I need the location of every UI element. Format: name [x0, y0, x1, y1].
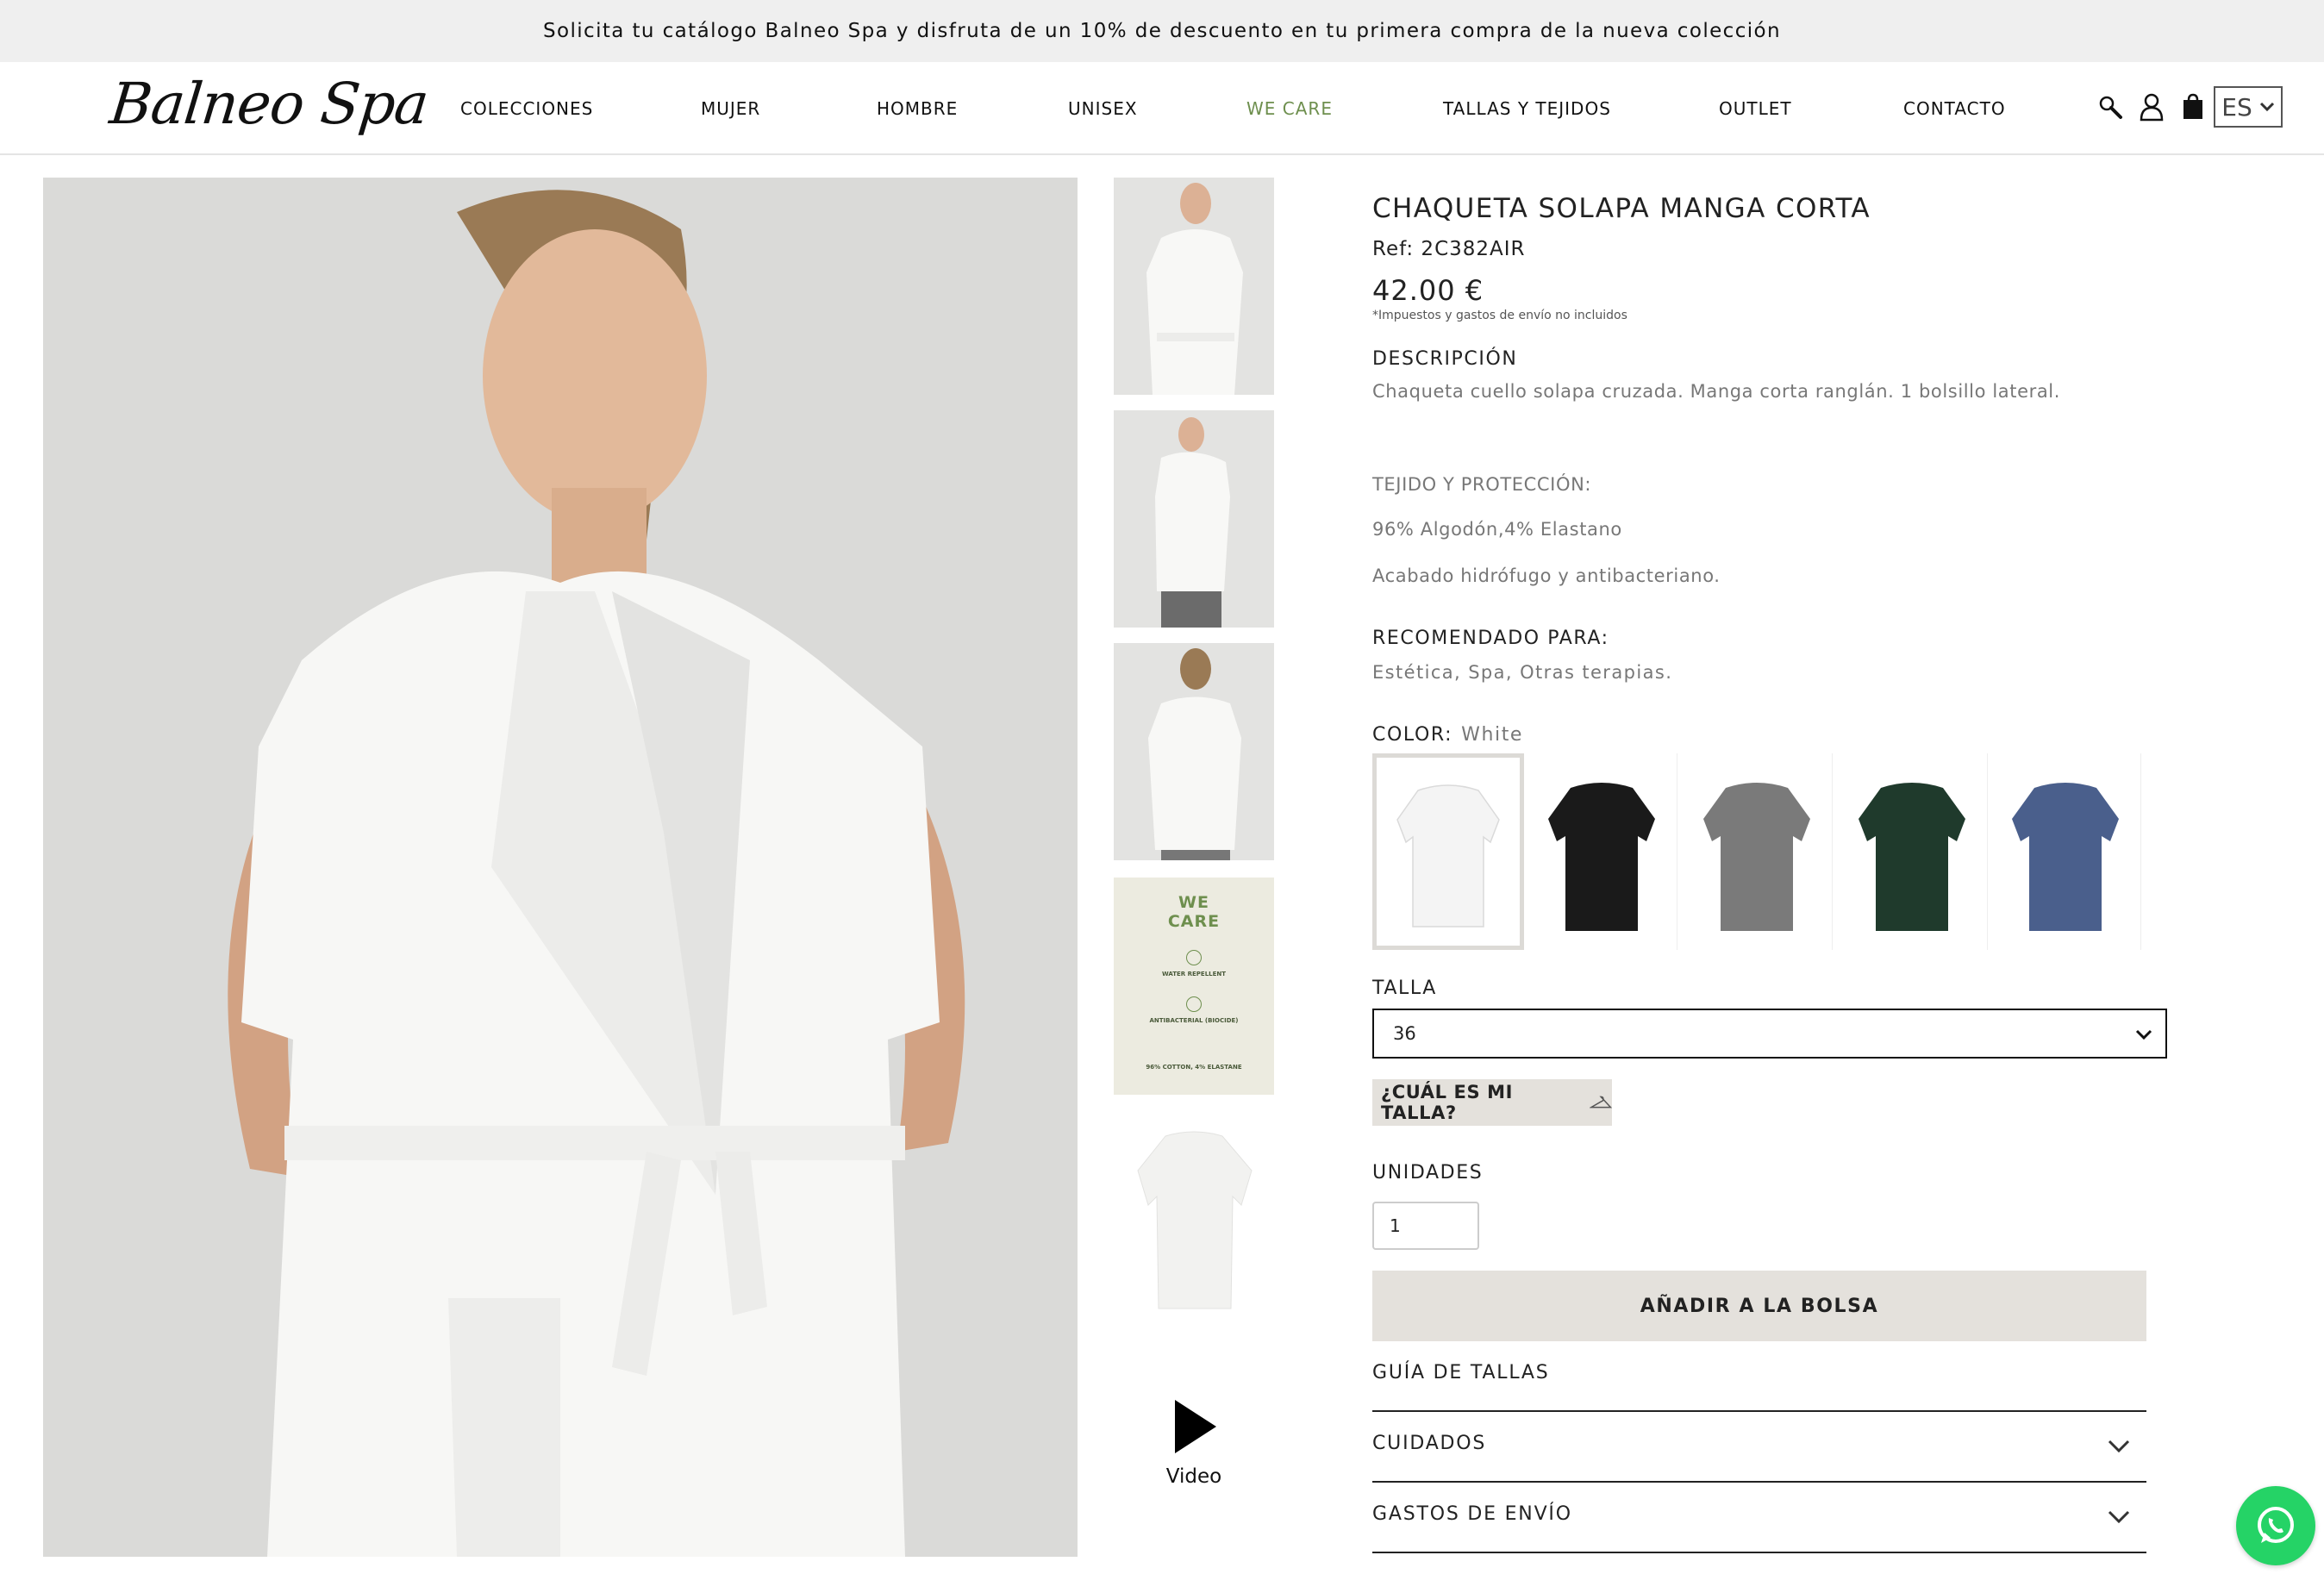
color-value: White — [1461, 724, 1524, 746]
announcement-text: Solicita tu catálogo Balneo Spa y disfru… — [543, 20, 1781, 42]
we-care-badge-antibacterial: ANTIBACTERIAL (BIOCIDE) — [1149, 1017, 1239, 1024]
chevron-down-icon — [2108, 1440, 2130, 1453]
color-swatch-black[interactable] — [1526, 753, 1677, 950]
product-ref: Ref: 2C382AIR — [1372, 238, 1526, 260]
size-heading: TALLA — [1372, 978, 1437, 999]
chevron-down-icon — [2259, 102, 2274, 112]
color-label: COLOR: White — [1372, 724, 1524, 746]
thumbnail-front[interactable] — [1114, 178, 1274, 395]
tax-note: *Impuestos y gastos de envío no incluido… — [1372, 309, 1627, 322]
description-heading: DESCRIPCIÓN — [1372, 348, 1518, 370]
chevron-down-icon — [2135, 1029, 2152, 1040]
we-care-composition: 96% COTTON, 4% ELASTANE — [1146, 1064, 1242, 1071]
nav-contacto[interactable]: CONTACTO — [1903, 98, 2006, 119]
whatsapp-icon — [2258, 1507, 2294, 1543]
nav-we-care[interactable]: WE CARE — [1246, 98, 1333, 119]
recommended-text: Estética, Spa, Otras terapias. — [1372, 662, 1673, 683]
thumbnail-we-care[interactable]: WE CARE WATER REPELLENT ANTIBACTERIAL (B… — [1114, 878, 1274, 1095]
nav-mujer[interactable]: MUJER — [701, 98, 760, 119]
nav-hombre[interactable]: HOMBRE — [877, 98, 958, 119]
accordion-care[interactable]: CUIDADOS — [1372, 1412, 2146, 1483]
hanger-icon — [1589, 1096, 1612, 1109]
recommended-heading: RECOMENDADO PARA: — [1372, 628, 1609, 649]
video-button[interactable]: Video — [1155, 1396, 1233, 1500]
color-swatch-grey[interactable] — [1681, 753, 1833, 950]
accordion-shipping-label: GASTOS DE ENVÍO — [1372, 1503, 1572, 1525]
video-label: Video — [1165, 1465, 1222, 1488]
color-swatch-blue[interactable] — [1990, 753, 2141, 950]
we-care-badge-water: WATER REPELLENT — [1161, 971, 1227, 978]
antibacterial-icon — [1186, 996, 1202, 1012]
size-help-button[interactable]: ¿CUÁL ES MI TALLA? — [1372, 1079, 1612, 1126]
whatsapp-button[interactable] — [2236, 1486, 2315, 1565]
thumbnail-back[interactable] — [1114, 643, 1274, 860]
chevron-down-icon — [2108, 1510, 2130, 1524]
user-icon[interactable] — [2134, 90, 2169, 124]
product-price: 42.00 € — [1372, 274, 1484, 307]
color-swatch-white[interactable] — [1372, 753, 1524, 950]
product-title: CHAQUETA SOLAPA MANGA CORTA — [1372, 193, 1871, 224]
nav-outlet[interactable]: OUTLET — [1719, 98, 1792, 119]
fabric-heading: TEJIDO Y PROTECCIÓN: — [1372, 474, 1592, 495]
accordion-size-guide[interactable]: GUÍA DE TALLAS — [1372, 1341, 2146, 1412]
units-heading: UNIDADES — [1372, 1162, 1484, 1184]
nav-tallas-y-tejidos[interactable]: TALLAS Y TEJIDOS — [1443, 98, 1611, 119]
color-swatch-green[interactable] — [1836, 753, 1988, 950]
play-icon — [1175, 1400, 1216, 1453]
size-help-label: ¿CUÁL ES MI TALLA? — [1381, 1082, 1514, 1123]
site-header: Balneo Spa COLECCIONES MUJER HOMBRE UNIS… — [0, 62, 2324, 155]
thumbnail-flat[interactable] — [1114, 1110, 1274, 1327]
water-repellent-icon — [1186, 950, 1202, 965]
fabric-composition: 96% Algodón,4% Elastano — [1372, 519, 1622, 540]
announcement-bar: Solicita tu catálogo Balneo Spa y disfru… — [0, 0, 2324, 62]
nav-unisex[interactable]: UNISEX — [1068, 98, 1138, 119]
language-selector[interactable]: ES — [2214, 86, 2283, 128]
language-value: ES — [2221, 92, 2252, 122]
size-select[interactable]: 36 — [1372, 1009, 2167, 1059]
fabric-finish: Acabado hidrófugo y antibacteriano. — [1372, 565, 1721, 586]
units-input[interactable] — [1372, 1202, 1479, 1250]
main-product-image[interactable] — [43, 178, 1078, 1557]
bag-icon[interactable] — [2176, 90, 2210, 124]
brand-logo[interactable]: Balneo Spa — [107, 71, 431, 137]
accordion-size-guide-label: GUÍA DE TALLAS — [1372, 1362, 1550, 1383]
accordion-care-label: CUIDADOS — [1372, 1433, 1487, 1454]
description-text: Chaqueta cuello solapa cruzada. Manga co… — [1372, 381, 2061, 402]
accordion-shipping[interactable]: GASTOS DE ENVÍO — [1372, 1483, 2146, 1553]
thumbnail-side[interactable] — [1114, 410, 1274, 628]
nav-colecciones[interactable]: COLECCIONES — [460, 98, 593, 119]
add-to-bag-button[interactable]: AÑADIR A LA BOLSA — [1372, 1271, 2146, 1341]
size-select-value: 36 — [1393, 1023, 1416, 1044]
we-care-title: WE CARE — [1167, 893, 1221, 931]
search-icon[interactable] — [2093, 90, 2127, 124]
